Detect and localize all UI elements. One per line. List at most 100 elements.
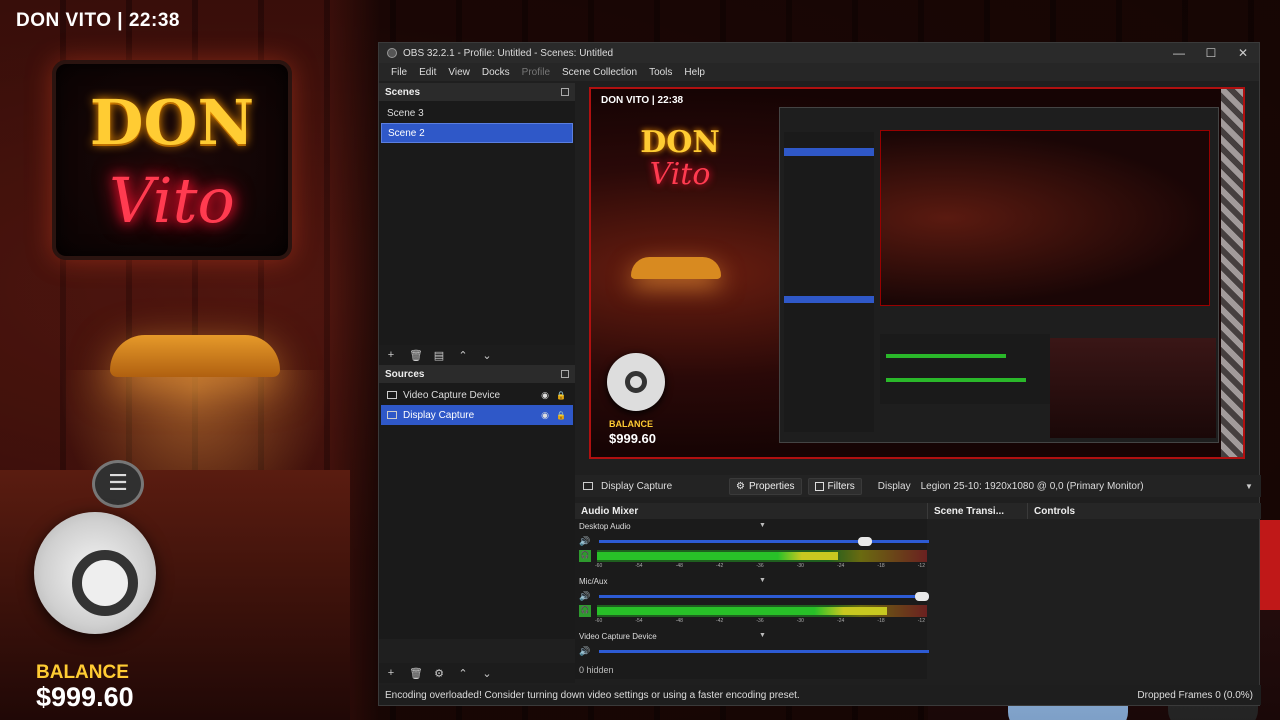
source-item-selected[interactable]: Display Capture ◉ 🔒 [381, 405, 573, 425]
controls-dock-header[interactable]: Controls [1027, 503, 1261, 519]
channel-menu-icon[interactable]: ▼ [759, 577, 766, 586]
menu-bar: File Edit View Docks Profile Scene Colle… [379, 63, 1259, 81]
trash-icon[interactable]: 🗑 [409, 667, 423, 680]
arrow-up-icon[interactable]: ⌃ [457, 349, 469, 362]
speaker-icon[interactable]: 🔊 [579, 591, 593, 602]
volume-slider[interactable] [599, 592, 929, 601]
obs-window: OBS 32.2.1 - Profile: Untitled - Scenes:… [378, 42, 1261, 706]
window-titlebar[interactable]: OBS 32.2.1 - Profile: Untitled - Scenes:… [379, 43, 1259, 63]
preview-sign-line1: DON [640, 125, 720, 160]
properties-button[interactable]: ⚙ Properties [729, 477, 802, 495]
menu-docks[interactable]: Docks [476, 67, 516, 78]
scene-transitions-title: Scene Transi... [934, 505, 1005, 517]
lock-icon[interactable]: 🔒 [555, 391, 567, 400]
controls-title: Controls [1034, 505, 1076, 517]
display-select-value: Legion 25-10: 1920x1080 @ 0,0 (Primary M… [920, 480, 1144, 492]
filters-button[interactable]: Filters [807, 477, 862, 495]
sources-title: Sources [385, 368, 425, 380]
eye-icon[interactable]: ◉ [539, 410, 551, 421]
minimize-button[interactable]: — [1163, 46, 1195, 60]
speaker-icon[interactable]: 🔊 [579, 646, 593, 657]
sources-toolbar: + 🗑 ⚙ ⌃ ⌄ [379, 663, 575, 683]
left-docks: Scenes Scene 3 Scene 2 + 🗑 ▤ ⌃ ⌄ Sources… [379, 83, 575, 693]
preview-lamp [631, 257, 721, 279]
channel-name: Desktop Audio [579, 522, 631, 531]
eye-icon[interactable]: ◉ [539, 390, 551, 401]
window-title: OBS 32.2.1 - Profile: Untitled - Scenes:… [403, 47, 614, 59]
obs-logo-icon [387, 48, 397, 58]
channel-name: Mic/Aux [579, 577, 608, 586]
source-item[interactable]: Video Capture Device ◉ 🔒 [381, 385, 573, 405]
tick-label: -36 [756, 618, 764, 624]
source-label: Video Capture Device [403, 389, 501, 401]
tick-label: -30 [796, 618, 804, 624]
properties-label: Properties [748, 480, 795, 492]
plus-icon[interactable]: + [385, 667, 397, 679]
preview-balance-value: $999.60 [609, 431, 656, 446]
headphone-icon[interactable]: 🎧 [579, 550, 591, 562]
preview-stream-title: DON VITO | 22:38 [601, 95, 684, 106]
dropped-frames: Dropped Frames 0 (0.0%) [1137, 689, 1253, 701]
preview-sign-line2: Vito [649, 157, 711, 192]
scene-item[interactable]: Scene 3 [381, 103, 573, 123]
tick-label: -42 [716, 618, 724, 624]
nested-webcam [1050, 338, 1216, 438]
menu-profile[interactable]: Profile [516, 67, 556, 78]
nested-selected-scene [784, 148, 874, 156]
source-list: Video Capture Device ◉ 🔒 Display Capture… [379, 383, 575, 639]
tick-label: -12 [917, 563, 925, 569]
channel-menu-icon[interactable]: ▼ [759, 522, 766, 531]
channel-name: Video Capture Device [579, 632, 657, 641]
volume-slider[interactable] [599, 650, 929, 653]
arrow-down-icon[interactable]: ⌄ [481, 349, 493, 362]
volume-meter [597, 550, 927, 562]
neon-sign: DON Vito [52, 60, 292, 260]
tick-label: -54 [635, 618, 643, 624]
plus-icon[interactable]: + [385, 349, 397, 361]
close-button[interactable]: ✕ [1227, 46, 1259, 60]
menu-view[interactable]: View [442, 67, 476, 78]
volume-slider-thumb[interactable] [858, 537, 873, 546]
tick-label: -12 [917, 618, 925, 624]
volume-meter [597, 605, 927, 617]
headphone-icon[interactable]: 🎧 [579, 605, 591, 617]
nested-preview [880, 130, 1210, 306]
maximize-button[interactable]: ☐ [1195, 46, 1227, 60]
neon-sign-line1: DON [89, 86, 255, 159]
desk-lamp [110, 335, 280, 377]
audio-mixer-title: Audio Mixer [581, 505, 639, 517]
balance-value: $999.60 [36, 682, 134, 712]
volume-slider[interactable] [599, 537, 929, 546]
scene-transitions-dock-header[interactable]: Scene Transi... [927, 503, 1027, 519]
meter-ticks: -60 -54 -48 -42 -36 -30 -24 -18 -12 [595, 618, 925, 624]
tick-label: -60 [595, 618, 603, 624]
undock-icon[interactable] [561, 370, 569, 378]
neon-sign-line2: Vito [109, 164, 235, 237]
speaker-icon[interactable]: 🔊 [579, 536, 593, 547]
display-select[interactable]: Legion 25-10: 1920x1080 @ 0,0 (Primary M… [917, 477, 1255, 495]
filter-icon[interactable]: ▤ [433, 349, 445, 362]
scene-item-selected[interactable]: Scene 2 [381, 123, 573, 143]
hidden-count: 0 hidden [579, 665, 614, 675]
channel-menu-icon[interactable]: ▼ [759, 632, 766, 641]
preview-canvas[interactable]: DON VITO | 22:38 DON Vito BALANCE $999.6… [589, 87, 1245, 459]
tick-label: -54 [635, 563, 643, 569]
preview-balance-label: BALANCE [609, 419, 653, 429]
menu-chip-icon: ☰ [92, 460, 144, 508]
arrow-up-icon[interactable]: ⌃ [457, 667, 469, 680]
undock-icon[interactable] [561, 88, 569, 96]
recursive-obs-capture [779, 107, 1219, 443]
arrow-down-icon[interactable]: ⌄ [481, 667, 493, 680]
menu-file[interactable]: File [385, 67, 413, 78]
lock-icon[interactable]: 🔒 [555, 411, 567, 420]
tick-label: -60 [595, 563, 603, 569]
trash-icon[interactable]: 🗑 [409, 349, 423, 362]
gear-icon[interactable]: ⚙ [433, 667, 445, 680]
tick-label: -18 [877, 563, 885, 569]
menu-tools[interactable]: Tools [643, 67, 678, 78]
menu-edit[interactable]: Edit [413, 67, 442, 78]
menu-help[interactable]: Help [678, 67, 711, 78]
menu-scene-collection[interactable]: Scene Collection [556, 67, 643, 78]
tick-label: -42 [716, 563, 724, 569]
volume-slider-thumb[interactable] [915, 592, 929, 601]
